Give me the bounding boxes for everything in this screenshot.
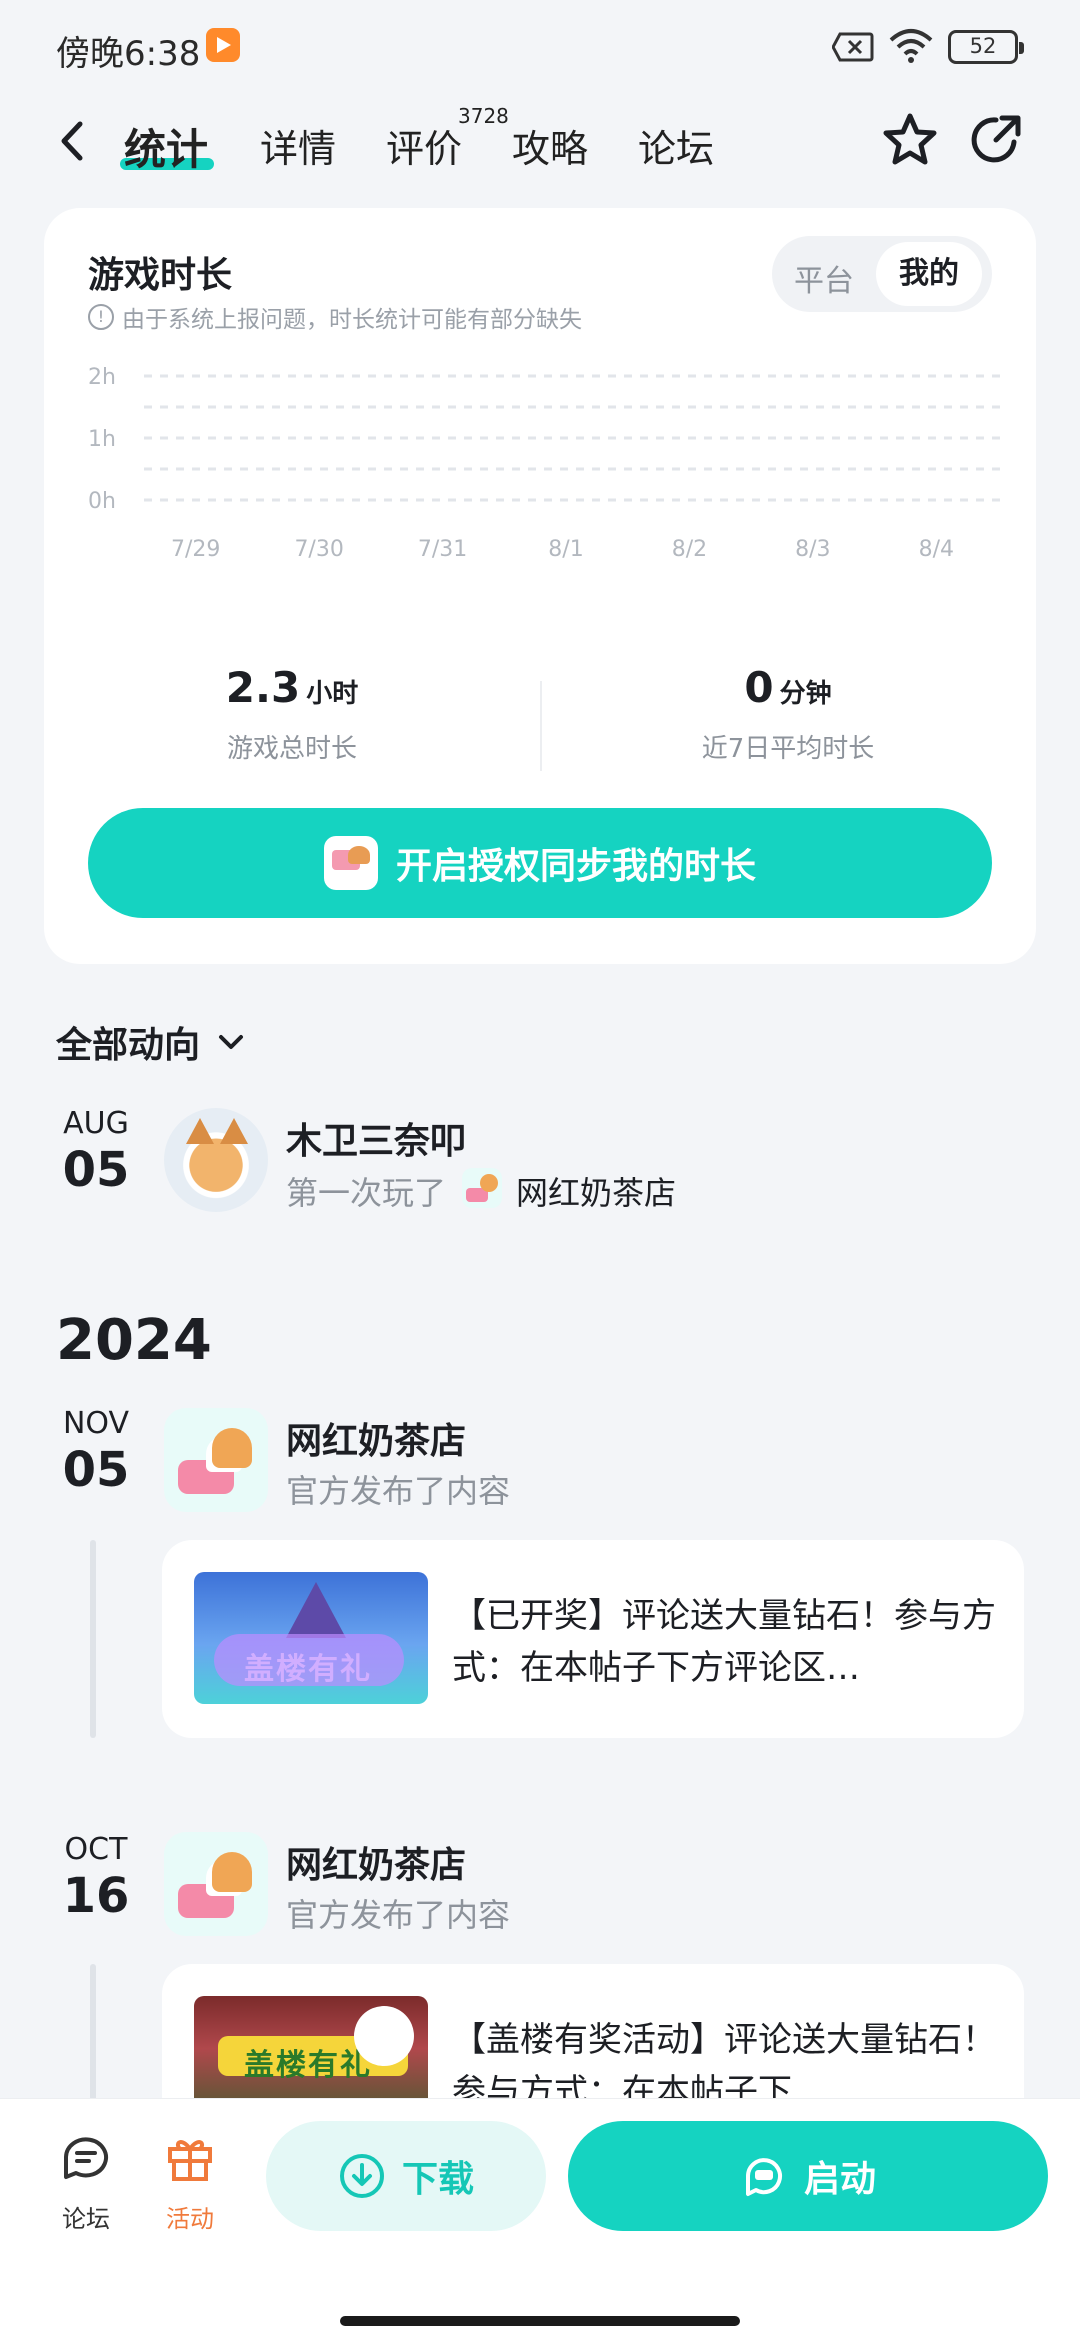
chart-x-tick-label: 8/1: [548, 537, 583, 562]
game-icon[interactable]: [164, 1408, 268, 1512]
feed-month: AUG: [63, 1106, 129, 1141]
post-thumbnail-text: 盖楼有礼: [244, 2048, 372, 2083]
forum-button[interactable]: 论坛: [46, 2129, 126, 2234]
no-sim-icon: [832, 32, 874, 62]
user-avatar[interactable]: [164, 1108, 268, 1212]
game-icon[interactable]: [164, 1832, 268, 1936]
post-card[interactable]: 盖楼有礼 【已开奖】评论送大量钻石！参与方式：在本帖子下方评论区…: [162, 1540, 1024, 1738]
game-icon: [323, 836, 378, 890]
activity-filter-dropdown[interactable]: 全部动向: [56, 1016, 248, 1068]
timeline-line: [90, 1540, 96, 1738]
launch-label: 启动: [803, 2159, 876, 2200]
chevron-down-icon: [219, 1035, 244, 1049]
tab-stats[interactable]: 统计: [124, 116, 208, 177]
activity-label: 活动: [166, 2205, 214, 2233]
battery-icon: 52: [948, 30, 1024, 64]
bottom-action-bar: 论坛 活动 下载 启动: [0, 2098, 1080, 2340]
toggle-platform[interactable]: 平台: [794, 256, 854, 300]
feed-day: 05: [62, 1442, 130, 1498]
tab-guides[interactable]: 攻略: [512, 118, 588, 173]
playtime-chart: 0h 1h 2h 7/29 7/30 7/31 8/1 8/2 8/3 8/4: [88, 365, 1008, 562]
source-toggle[interactable]: 平台 我的: [772, 236, 992, 312]
playtime-card: 游戏时长 ! 由于系统上报问题，时长统计可能有部分缺失 平台 我的 0h 1h 2h…: [44, 208, 1036, 964]
wifi-icon: [889, 29, 933, 63]
activity-filter-label: 全部动向: [56, 1025, 201, 1066]
chart-x-tick-label: 8/3: [795, 537, 830, 562]
total-playtime-stat: 2.3 小时 游戏总时长: [44, 663, 540, 765]
game-name[interactable]: 网红奶茶店: [286, 1836, 466, 1888]
total-playtime-label: 游戏总时长: [226, 734, 357, 764]
share-icon[interactable]: [966, 110, 1026, 170]
timeline-line: [90, 1964, 96, 2104]
feed-action: 第一次玩了: [286, 1174, 447, 1212]
playtime-note-text: 由于系统上报问题，时长统计可能有部分缺失: [122, 307, 582, 333]
chart-y-tick-label: 0h: [88, 489, 116, 514]
playtime-title: 游戏时长: [88, 255, 233, 296]
reviews-count-badge: 3728: [458, 104, 509, 128]
launch-button[interactable]: 启动: [568, 2121, 1048, 2231]
chart-y-tick-label: 2h: [88, 365, 116, 390]
post-title: 【已开奖】评论送大量钻石！参与方式：在本帖子下方评论区…: [452, 1596, 996, 1688]
status-time: 傍晚6:38: [56, 34, 201, 74]
avg-playtime-label: 近7日平均时长: [701, 734, 875, 764]
feed-month: OCT: [64, 1832, 128, 1867]
tab-forum[interactable]: 论坛: [638, 118, 714, 173]
chart-x-tick-label: 7/31: [418, 537, 467, 562]
status-bar: 傍晚6:38 52: [0, 0, 1080, 96]
battery-level: 52: [969, 34, 997, 58]
total-playtime-value: 2.3: [225, 663, 301, 712]
download-button[interactable]: 下载: [266, 2121, 546, 2231]
chart-x-tick-label: 8/4: [919, 537, 954, 562]
total-playtime-unit: 小时: [306, 679, 359, 709]
playtime-note: ! 由于系统上报问题，时长统计可能有部分缺失: [88, 300, 582, 334]
top-nav: 统计 详情 评价 3728 攻略 论坛: [0, 96, 1080, 196]
download-icon: [339, 2154, 384, 2198]
download-label: 下载: [401, 2159, 474, 2200]
chart-y-tick-label: 1h: [88, 427, 116, 452]
chart-x-tick-label: 8/2: [672, 537, 707, 562]
game-name[interactable]: 网红奶茶店: [286, 1412, 466, 1464]
playtime-stats: 2.3 小时 游戏总时长 0 分钟 近7日平均时长: [44, 663, 1036, 793]
avg-playtime-unit: 分钟: [779, 679, 832, 709]
feed-game-name[interactable]: 网红奶茶店: [516, 1168, 676, 1214]
tab-details[interactable]: 详情: [260, 118, 336, 173]
feed-day: 16: [62, 1868, 130, 1924]
sync-playtime-button[interactable]: 开启授权同步我的时长: [88, 808, 992, 918]
chart-x-tick-label: 7/29: [171, 537, 220, 562]
game-stats-page: 傍晚6:38 52 统计 详情 评价 3728 攻略 论坛 游戏时长 ! 由于系…: [0, 0, 1080, 2340]
avg-playtime-stat: 0 分钟 近7日平均时长: [540, 663, 1036, 765]
video-app-icon: [206, 28, 240, 62]
forum-label: 论坛: [62, 2205, 110, 2233]
activity-button[interactable]: 活动: [150, 2129, 230, 2234]
feed-action: 官方发布了内容: [286, 1896, 511, 1934]
feed-day: 05: [62, 1142, 130, 1198]
toggle-mine[interactable]: 我的: [876, 242, 982, 306]
avg-playtime-value: 0: [744, 663, 774, 712]
info-icon: !: [88, 304, 114, 330]
chart-x-tick-label: 7/30: [294, 537, 343, 562]
post-thumbnail-text: 盖楼有礼: [244, 1652, 372, 1687]
user-name[interactable]: 木卫三奈叩: [286, 1112, 466, 1164]
star-icon[interactable]: [880, 110, 940, 170]
back-arrow-icon[interactable]: [52, 116, 92, 166]
home-indicator: [340, 2316, 740, 2326]
forum-icon: [64, 2137, 108, 2179]
feed-action: 官方发布了内容: [286, 1472, 511, 1510]
sync-playtime-label: 开启授权同步我的时长: [395, 846, 756, 887]
gift-icon: [168, 2140, 212, 2181]
feed-month: NOV: [62, 1406, 130, 1441]
year-header: 2024: [56, 1308, 212, 1373]
tab-reviews[interactable]: 评价: [386, 118, 462, 173]
game-icon: [462, 1168, 502, 1208]
taptap-icon: [745, 2158, 782, 2196]
post-thumbnail: 盖楼有礼: [194, 1572, 428, 1704]
